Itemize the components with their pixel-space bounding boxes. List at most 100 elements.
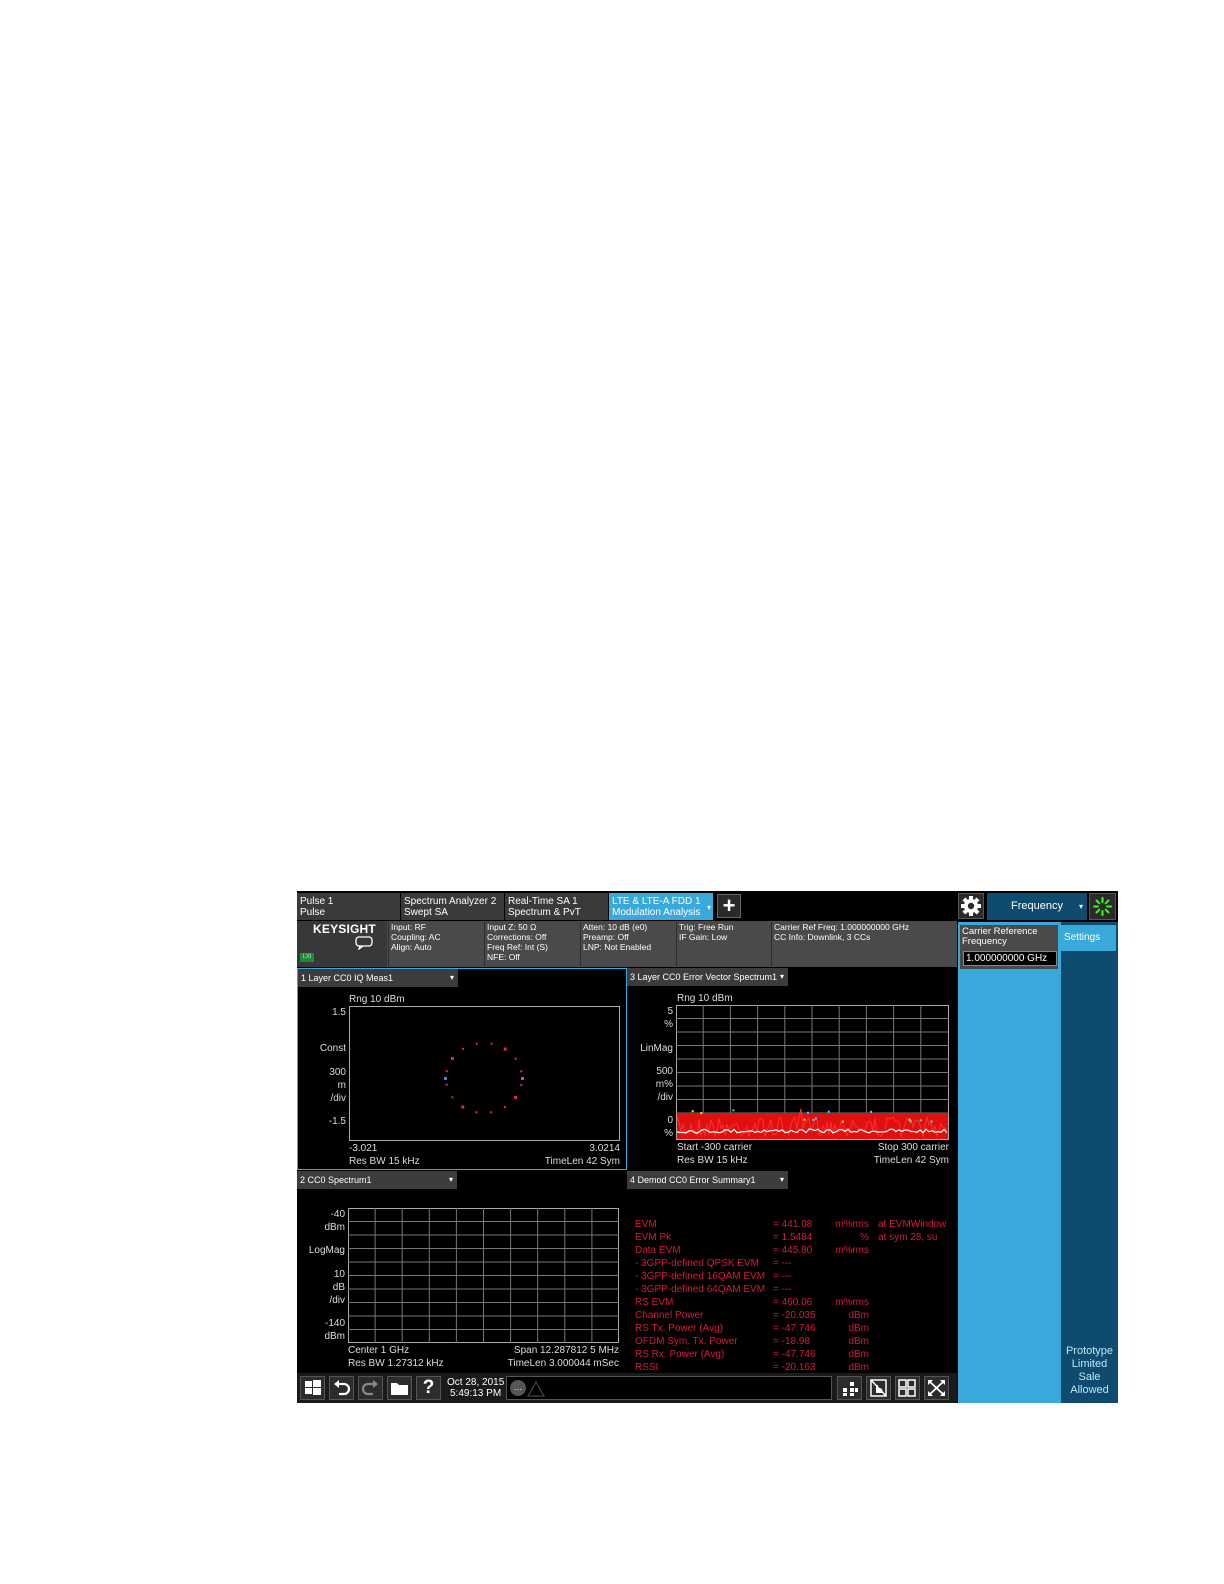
summary-row: RS EVM = 460.06 m%rms <box>635 1296 953 1309</box>
windows-start-button[interactable] <box>300 1376 325 1400</box>
summary-value: = 441.08 <box>773 1219 813 1230</box>
analyzer-screen: Pulse 1 Pulse Spectrum Analyzer 2 Swept … <box>297 891 1118 1403</box>
warning-icon <box>527 1380 545 1397</box>
carrier-reference-frequency-input[interactable]: 1.000000000 GHz <box>963 951 1057 966</box>
constellation-point <box>520 1083 523 1086</box>
keysight-logo: KEYSIGHT <box>313 922 376 936</box>
window-title-label: 1 Layer CC0 IQ Meas1 <box>301 973 394 983</box>
tab-bar: Pulse 1 Pulse Spectrum Analyzer 2 Swept … <box>297 891 1118 921</box>
summary-row: EVM Pk = 1.5484% at sym 28, su <box>635 1231 953 1244</box>
maximize-button[interactable] <box>924 1376 949 1400</box>
constellation-point <box>451 1096 454 1099</box>
frequency-menu-label: Frequency <box>1011 900 1063 912</box>
span-label: Span 12.287812 5 MHz <box>513 1345 619 1356</box>
constellation-point <box>520 1070 523 1073</box>
undo-button[interactable] <box>329 1376 354 1400</box>
res-bw-label: Res BW 1.27312 kHz <box>348 1358 444 1369</box>
add-screen-button[interactable]: + <box>717 894 741 918</box>
error-vector-spectrum-window[interactable]: 3 Layer CC0 Error Vector Spectrum1 ▾ Rng… <box>627 968 956 1170</box>
error-vector-marker <box>806 1111 809 1114</box>
frequency-menu-button[interactable]: Frequency ▾ <box>987 893 1087 920</box>
constellation-point <box>450 1056 454 1060</box>
brand-area: KEYSIGHT LXI <box>297 921 387 967</box>
tab-label-line1: LTE & LTE-A FDD 1 <box>612 896 701 907</box>
tab-spectrum-analyzer[interactable]: Spectrum Analyzer 2 Swept SA <box>401 893 504 920</box>
summary-name: Data EVM <box>635 1245 681 1256</box>
status-text: IF Gain: Low <box>679 932 728 942</box>
constellation-point <box>503 1047 507 1051</box>
window-layout-button[interactable] <box>895 1376 920 1400</box>
constellation-point <box>475 1042 478 1045</box>
summary-value: = -18.98 <box>773 1336 810 1347</box>
expand-icon <box>928 1380 945 1396</box>
constellation-point <box>490 1111 493 1114</box>
status-carrier-group: Carrier Ref Freq: 1.000000000 GHz CC Inf… <box>771 922 957 966</box>
file-button[interactable] <box>387 1376 412 1400</box>
system-settings-button[interactable] <box>958 893 984 919</box>
summary-row: Data EVM = 445.80 m%rms <box>635 1244 953 1257</box>
window-title[interactable]: 3 Layer CC0 Error Vector Spectrum1 ▾ <box>627 968 788 986</box>
summary-name: RS Rx. Power (Avg) <box>635 1349 725 1360</box>
lxi-badge: LXI <box>300 953 314 962</box>
window-title[interactable]: 2 CC0 Spectrum1 ▾ <box>297 1171 457 1189</box>
chevron-down-icon[interactable]: ▾ <box>707 902 711 913</box>
summary-unit: dBm <box>848 1310 869 1321</box>
time-length-label: TimeLen 42 Sym <box>544 1156 620 1167</box>
chevron-down-icon: ▾ <box>779 972 784 981</box>
error-vector-marker <box>908 1118 911 1121</box>
spectrum-window[interactable]: 2 CC0 Spectrum1 ▾ -40 dBm LogMag 10 dB /… <box>297 1171 627 1373</box>
iq-meas-window[interactable]: 1 Layer CC0 IQ Meas1 ▾ Rng 10 dBm 1.5 Co… <box>297 968 627 1170</box>
error-vector-marker <box>700 1112 703 1115</box>
folder-icon <box>391 1383 408 1395</box>
time-label: 5:49:13 PM <box>450 1388 502 1399</box>
summary-extra: at EVMWindow <box>878 1219 947 1230</box>
redo-button[interactable] <box>358 1376 383 1400</box>
summary-value: = 445.80 <box>773 1245 813 1256</box>
status-text: Input Z: 50 Ω <box>487 922 537 932</box>
multi-screen-button[interactable] <box>837 1376 862 1400</box>
center-frequency-label: Center 1 GHz <box>348 1345 410 1356</box>
help-button[interactable]: ? <box>416 1376 441 1400</box>
window-title[interactable]: 4 Demod CC0 Error Summary1 ▾ <box>627 1171 788 1189</box>
tab-pulse[interactable]: Pulse 1 Pulse <box>297 893 400 920</box>
y-scale-mode: LogMag <box>308 1245 345 1256</box>
y-scale-unit: m <box>337 1080 346 1091</box>
message-bar[interactable]: … <box>506 1376 832 1400</box>
error-vector-marker <box>919 1119 922 1122</box>
tab-label-line2: Spectrum & PvT <box>508 907 581 918</box>
watermark-line: Sale <box>1078 1371 1101 1383</box>
hand-touch-icon <box>870 1379 887 1397</box>
y-axis-top-label: -40 <box>330 1209 345 1220</box>
error-vector-marker <box>841 1120 844 1123</box>
tab-label-line1: Spectrum Analyzer 2 <box>404 896 497 907</box>
status-text: CC Info: Downlink, 3 CCs <box>774 932 871 942</box>
summary-value: = 1.5484 <box>773 1232 813 1243</box>
tab-label-line1: Pulse 1 <box>300 896 334 907</box>
status-impedance-group: Input Z: 50 Ω Corrections: Off Freq Ref:… <box>484 922 580 966</box>
summary-unit: dBm <box>848 1323 869 1334</box>
summary-value: = 460.06 <box>773 1297 813 1308</box>
tab-lte-modulation-analysis[interactable]: LTE & LTE-A FDD 1 Modulation Analysis ▾ <box>609 893 713 920</box>
window-title-label: 3 Layer CC0 Error Vector Spectrum1 <box>630 972 778 982</box>
status-input-group: Input: RF Coupling: AC Align: Auto <box>388 922 484 966</box>
error-vector-marker <box>930 1120 933 1123</box>
constellation-point <box>475 1111 478 1114</box>
prototype-watermark: Prototype Limited Sale Allowed <box>1061 1345 1118 1397</box>
status-text: LNP: Not Enabled <box>583 942 652 952</box>
tab-label-line1: Real-Time SA 1 <box>508 896 578 907</box>
summary-row: RS Tx. Power (Avg) = -47.746 dBm <box>635 1322 953 1335</box>
tab-settings[interactable]: Settings <box>1061 925 1116 951</box>
chevron-down-icon: ▾ <box>449 973 454 982</box>
message-icon: … <box>510 1380 526 1396</box>
menu-tab-strip <box>1061 922 1118 1403</box>
error-summary-window[interactable]: 4 Demod CC0 Error Summary1 ▾ EVM = 441.08… <box>627 1171 956 1373</box>
touch-lock-button[interactable] <box>866 1376 891 1400</box>
y-axis-bottom-label: -140 <box>324 1318 345 1329</box>
y-axis-top-label: 5 <box>667 1006 673 1017</box>
y-scale-value: 10 <box>333 1269 345 1280</box>
y-scale-per-div: /div <box>330 1093 346 1104</box>
summary-row: OFDM Sym. Tx. Power = -18.98 dBm <box>635 1335 953 1348</box>
window-title[interactable]: 1 Layer CC0 IQ Meas1 ▾ <box>298 969 458 987</box>
summary-name: - 3GPP-defined QPSK EVM <box>635 1258 759 1269</box>
tab-real-time-sa[interactable]: Real-Time SA 1 Spectrum & PvT <box>505 893 608 920</box>
